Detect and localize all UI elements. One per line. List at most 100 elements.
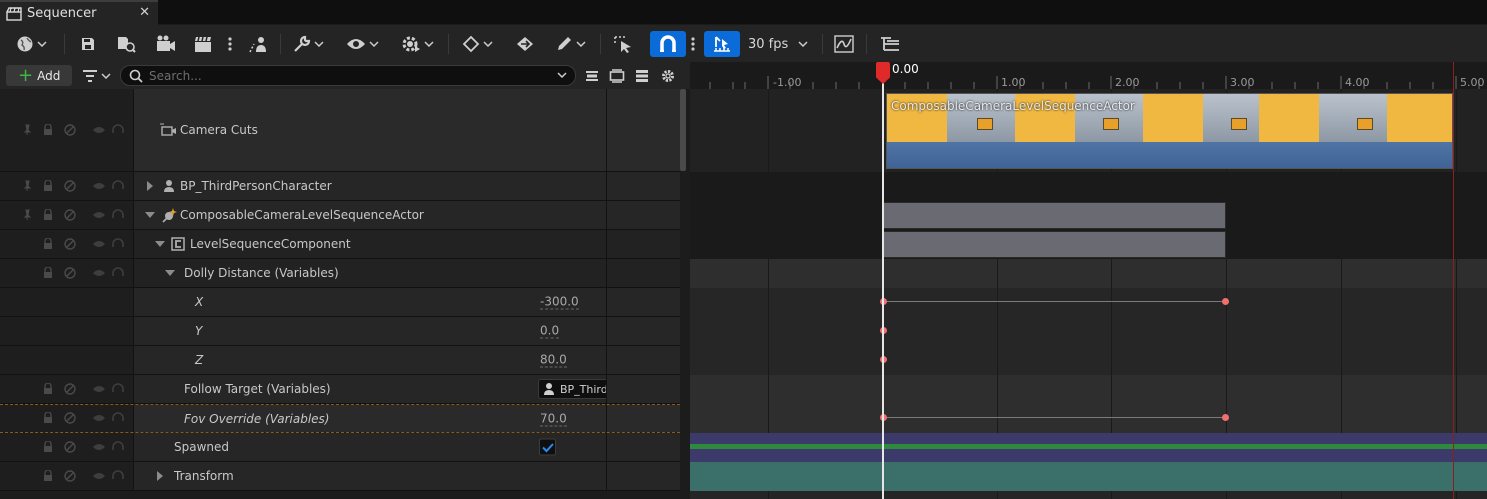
clapperboard-icon	[6, 6, 22, 21]
save-icon	[82, 38, 94, 50]
key-dropdown[interactable]	[458, 32, 496, 56]
track-row-bp-third-person[interactable]: BP_ThirdPersonCharacter +	[0, 172, 1261, 201]
expand-arrow-icon[interactable]	[147, 181, 153, 191]
world-icon	[17, 36, 32, 52]
more-options-button[interactable]	[225, 32, 235, 56]
curve-editor-button[interactable]	[833, 32, 855, 56]
collapse-arrow-icon[interactable]	[145, 212, 155, 218]
collapse-all-button[interactable]	[584, 64, 600, 88]
render-camera-button[interactable]	[155, 32, 177, 56]
collapse-arrow-icon[interactable]	[155, 241, 165, 247]
track-label: BP_ThirdPersonCharacter	[180, 179, 332, 193]
track-actions-cell	[606, 288, 1263, 316]
add-track-button[interactable]: + Add	[6, 65, 72, 86]
track-row-level-sequence-component[interactable]: LevelSequenceComponent +	[0, 230, 732, 259]
tab-bar: Sequencer ✕	[0, 0, 1487, 25]
track-state-icons	[44, 470, 124, 482]
chevron-down-icon[interactable]	[557, 72, 567, 78]
track-actions-cell	[606, 230, 680, 258]
list-view-button[interactable]	[634, 64, 650, 88]
track-label: Dolly Distance (Variables)	[184, 266, 339, 280]
actor-button[interactable]	[247, 32, 271, 56]
track-controls	[0, 375, 134, 403]
track-controls	[0, 259, 134, 287]
ruler-label: 4.00	[1345, 76, 1370, 89]
close-icon[interactable]: ✕	[139, 5, 150, 20]
frame-rate-label: 30 fps	[748, 36, 789, 52]
more-icon	[691, 37, 695, 51]
playback-settings-dropdown[interactable]	[398, 32, 436, 56]
tree-view-button[interactable]	[878, 32, 902, 56]
expand-arrow-icon[interactable]	[157, 471, 163, 481]
track-row-follow-target[interactable]: Follow Target (Variables) BP_ThirdPer	[0, 375, 1263, 404]
select-tool-button[interactable]	[612, 32, 636, 56]
snap-toggle-button[interactable]	[650, 31, 686, 57]
track-outliner: Camera Cuts + BP_ThirdPersonCharacter +	[0, 89, 1263, 499]
tab-sequencer[interactable]: Sequencer ✕	[0, 0, 158, 25]
track-row-z[interactable]: Z 80.0	[0, 346, 1263, 375]
x-value-field[interactable]: -300.0	[540, 295, 579, 310]
track-row-y[interactable]: Y 0.0	[0, 317, 1263, 346]
ruler-label: 3.00	[1230, 76, 1255, 89]
expand-all-button[interactable]	[608, 64, 626, 88]
timeline-area[interactable]: ComposableCameraLevelSequenceActor	[690, 89, 1487, 499]
sequence-actor-icon	[162, 208, 177, 223]
browse-button[interactable]	[115, 32, 137, 56]
track-actions-cell	[606, 346, 1263, 374]
playhead-line[interactable]	[882, 62, 884, 499]
bake-button[interactable]	[514, 32, 536, 56]
actor-section-bar[interactable]	[883, 202, 1226, 229]
component-section-bar[interactable]	[883, 231, 1226, 258]
settings-button[interactable]	[660, 64, 676, 88]
spawned-checkbox[interactable]	[539, 438, 556, 456]
timeline-ruler[interactable]: -1.00 0.00 1.00 2.00 3.00 4.00 5.00	[690, 62, 1487, 89]
render-movie-button[interactable]	[192, 32, 214, 56]
track-row-spawned[interactable]: Spawned	[0, 433, 1263, 462]
browse-icon	[118, 37, 136, 53]
track-controls	[0, 89, 134, 171]
chevron-down-icon	[313, 41, 324, 47]
ruler-label: 2.00	[1115, 76, 1140, 89]
playhead-snap-button[interactable]	[704, 31, 740, 57]
track-actions-cell	[606, 375, 1263, 403]
keyframe[interactable]	[1222, 298, 1229, 305]
camera-cut-section[interactable]: ComposableCameraLevelSequenceActor	[886, 93, 1453, 169]
track-row-composable-actor[interactable]: ComposableCameraLevelSequenceActor +	[0, 201, 1261, 230]
track-state-icons	[44, 412, 124, 424]
render-camera-icon	[157, 35, 175, 51]
edit-dropdown[interactable]	[552, 32, 588, 56]
track-label: Spawned	[174, 440, 230, 454]
pencil-icon	[557, 37, 571, 50]
spawned-track-bar[interactable]	[690, 433, 1487, 462]
visibility-dropdown[interactable]	[343, 32, 381, 56]
world-button[interactable]	[12, 32, 50, 56]
frame-rate-dropdown[interactable]: 30 fps	[748, 32, 808, 56]
search-input[interactable]	[149, 68, 549, 83]
track-row-dolly-distance[interactable]: Dolly Distance (Variables) +	[0, 259, 1263, 288]
tree-view-icon	[881, 37, 899, 51]
track-label-cell: Follow Target (Variables) BP_ThirdPer	[134, 375, 639, 403]
track-label-cell: Camera Cuts +	[134, 89, 732, 171]
track-row-camera-cuts[interactable]: Camera Cuts +	[0, 89, 1261, 172]
ruler-label: 1.00	[1001, 76, 1026, 89]
track-row-x[interactable]: X -300.0	[0, 288, 1263, 317]
track-controls	[0, 172, 134, 200]
snap-magnet-icon	[660, 35, 676, 52]
snap-options-button[interactable]	[689, 32, 697, 56]
track-row-fov-override[interactable]: Fov Override (Variables) 70.0 +	[0, 404, 1263, 433]
outliner-scrollbar[interactable]	[680, 89, 686, 171]
filter-dropdown[interactable]	[80, 64, 112, 88]
more-icon	[228, 37, 232, 51]
collapse-arrow-icon[interactable]	[165, 270, 175, 276]
track-row-transform[interactable]: Transform +	[0, 462, 1263, 491]
save-button[interactable]	[78, 32, 98, 56]
track-actions-cell	[606, 433, 1263, 461]
transform-track-bar[interactable]	[690, 462, 1487, 491]
track-label-cell: Z 80.0	[134, 346, 606, 374]
tools-dropdown[interactable]	[290, 32, 326, 56]
keyframe[interactable]	[1222, 414, 1229, 421]
y-value-field[interactable]: 0.0	[540, 324, 560, 339]
fov-value-field[interactable]: 70.0	[540, 411, 567, 426]
z-value-field[interactable]: 80.0	[540, 353, 567, 368]
tab-title: Sequencer	[27, 6, 97, 21]
